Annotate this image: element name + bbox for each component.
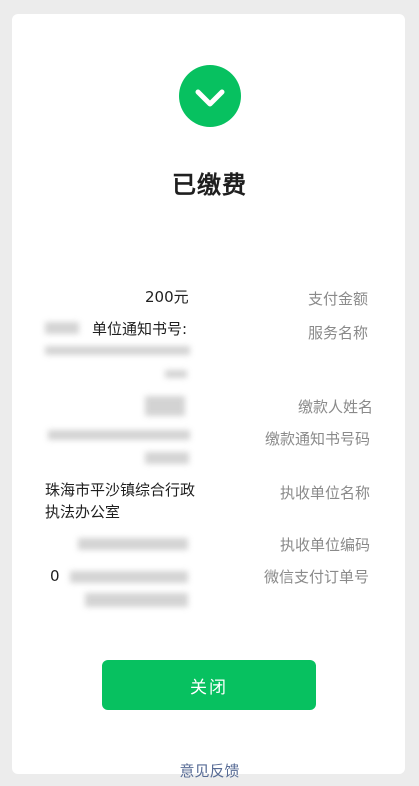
payment-amount-label: 支付金额 xyxy=(308,290,369,308)
redacted-block xyxy=(145,452,189,464)
service-name-label: 服务名称 xyxy=(308,324,369,342)
payment-notice-number-label: 缴款通知书号码 xyxy=(265,430,371,448)
redacted-block xyxy=(45,346,190,355)
service-name-value: 单位通知书号: xyxy=(92,320,188,338)
collecting-unit-name-value: 珠海市平沙镇综合行政执法办公室 xyxy=(45,481,196,521)
feedback-link[interactable]: 意见反馈 xyxy=(0,760,419,781)
redacted-block xyxy=(48,430,190,440)
payer-name-label: 缴款人姓名 xyxy=(298,398,374,416)
redacted-block xyxy=(45,322,79,334)
check-circle-icon xyxy=(179,65,241,127)
collecting-unit-name-label: 执收单位名称 xyxy=(280,484,371,502)
wechat-order-number-value: 0 xyxy=(50,567,60,585)
close-button[interactable]: 关闭 xyxy=(102,660,316,710)
payment-amount-value: 200元 xyxy=(145,288,189,306)
redacted-block xyxy=(78,538,188,550)
collecting-unit-code-label: 执收单位编码 xyxy=(280,536,371,554)
redacted-block xyxy=(165,370,187,378)
redacted-block xyxy=(70,571,188,583)
redacted-block xyxy=(85,593,188,607)
page-title: 已缴费 xyxy=(172,171,247,199)
wechat-order-number-label: 微信支付订单号 xyxy=(264,568,370,586)
redacted-block xyxy=(145,396,185,416)
